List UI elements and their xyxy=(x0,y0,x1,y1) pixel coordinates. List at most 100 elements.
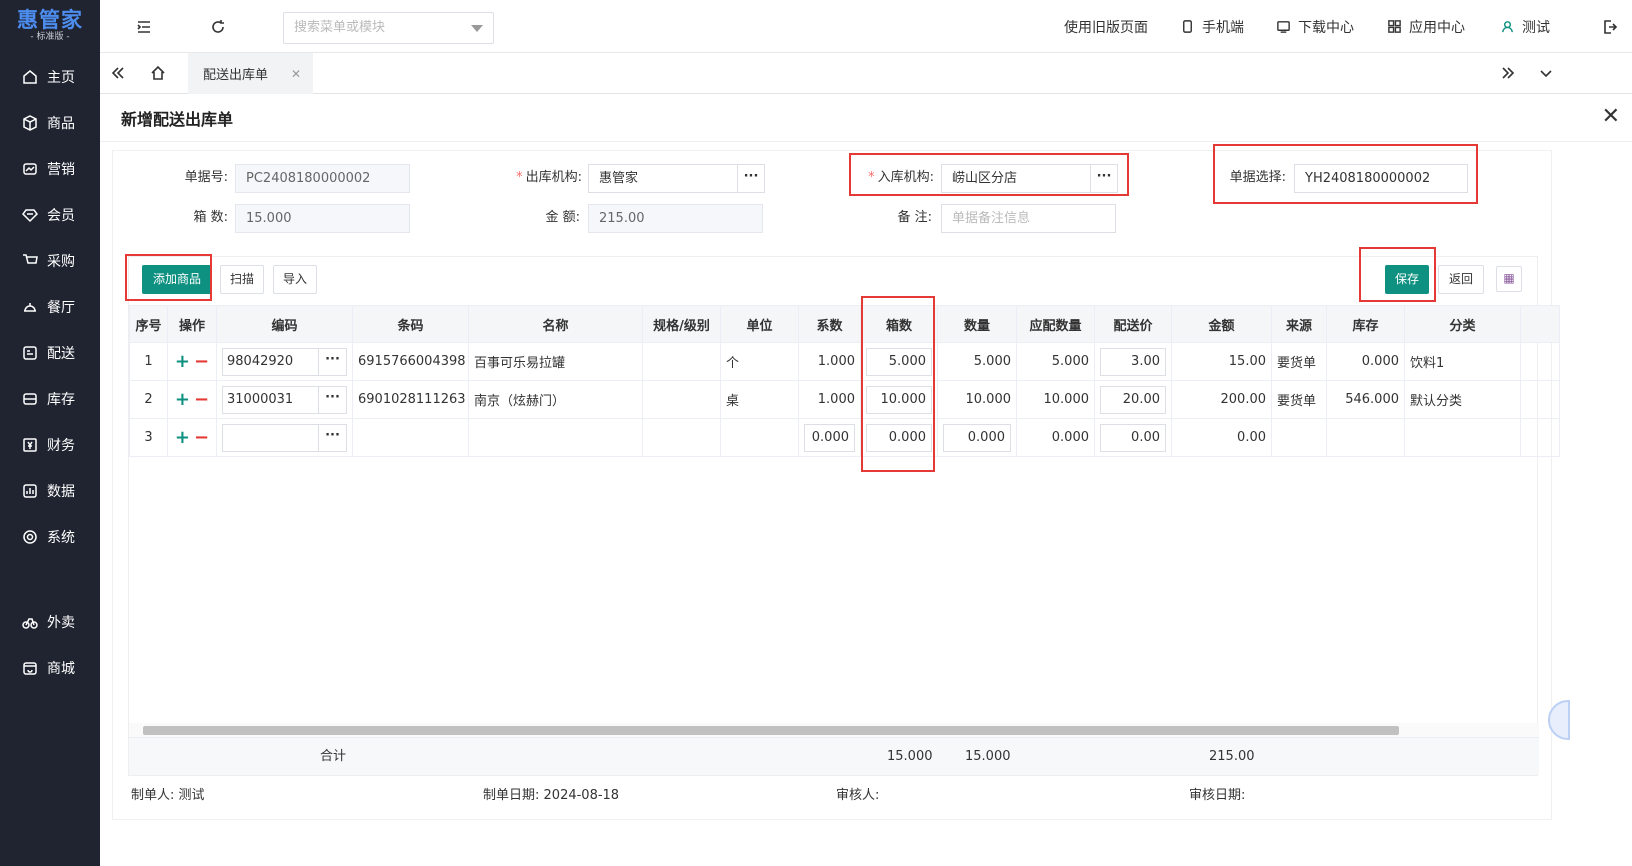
tabs-scroll-left-icon[interactable] xyxy=(108,63,128,83)
boxes-total-field: 15.000 xyxy=(235,204,410,233)
out-org-picker-button[interactable]: ··· xyxy=(737,164,765,193)
user-menu[interactable]: 测试 xyxy=(1500,0,1550,53)
back-button[interactable]: 返回 xyxy=(1438,265,1484,294)
totals-label: 合计 xyxy=(320,749,347,764)
price-input[interactable]: 3.00 xyxy=(1100,347,1166,376)
download-label: 下载中心 xyxy=(1298,19,1354,36)
sidebar-item-delivery[interactable]: 配送 xyxy=(0,333,100,373)
qty-input[interactable]: 0.000 xyxy=(943,423,1011,452)
code-picker-button[interactable]: ··· xyxy=(318,424,346,451)
column-settings-icon[interactable]: ▦ xyxy=(1496,266,1522,292)
sidebar-item-label: 采购 xyxy=(47,254,75,270)
code-input[interactable]: ··· xyxy=(222,423,347,452)
mobile-link[interactable]: 手机端 xyxy=(1180,0,1244,53)
data-icon xyxy=(22,483,38,499)
qty-cell: 0.000 xyxy=(937,418,1017,457)
table-row: 2 + − 31000031 ··· 6901028111263 南京（炫赫门） 桌… xyxy=(129,380,1560,419)
refresh-icon[interactable] xyxy=(208,17,228,37)
col-header: 名称 xyxy=(468,305,643,343)
row-no: 3 xyxy=(129,418,168,457)
code-cell: ··· xyxy=(216,418,353,457)
tabs-scroll-right-icon[interactable] xyxy=(1498,63,1518,83)
out-org-field[interactable]: 惠管家 xyxy=(588,164,738,193)
remark-input[interactable]: 单据备注信息 xyxy=(941,204,1116,233)
price-input[interactable]: 20.00 xyxy=(1100,385,1166,414)
home-icon xyxy=(22,69,38,85)
code-input[interactable]: 31000031 ··· xyxy=(222,385,347,414)
add-row-icon[interactable]: + xyxy=(175,351,190,372)
remove-row-icon[interactable]: − xyxy=(194,427,209,448)
sidebar-item-marketing[interactable]: 营销 xyxy=(0,149,100,189)
user-icon xyxy=(1502,21,1513,33)
sidebar-item-home[interactable]: 主页 xyxy=(0,57,100,97)
code-picker-button[interactable]: ··· xyxy=(318,386,346,413)
apps-label: 应用中心 xyxy=(1409,19,1465,36)
category-cell xyxy=(1404,418,1521,457)
sidebar-item-finance[interactable]: 财务 xyxy=(0,425,100,465)
sidebar-item-label: 主页 xyxy=(47,70,75,86)
import-button[interactable]: 导入 xyxy=(273,265,317,294)
need-qty-cell: 0.000 xyxy=(1016,418,1095,457)
tab-delivery-outbound[interactable]: 配送出库单 ✕ xyxy=(188,53,313,94)
code-value xyxy=(223,425,318,451)
settings-icon xyxy=(22,529,38,545)
out-org-label: * 出库机构: xyxy=(516,170,582,185)
menu-search-select[interactable]: 搜索菜单或模块 xyxy=(283,12,494,44)
maker-value: 测试 xyxy=(178,788,205,803)
price-input[interactable]: 0.00 xyxy=(1100,423,1166,452)
download-center-link[interactable]: 下载中心 xyxy=(1276,0,1354,53)
sidebar-item-system[interactable]: 系统 xyxy=(0,517,100,557)
add-row-icon[interactable]: + xyxy=(175,427,190,448)
col-header: 编码 xyxy=(216,305,353,343)
close-tab-icon[interactable]: ✕ xyxy=(291,67,301,81)
price-cell: 3.00 xyxy=(1094,342,1172,381)
horizontal-scrollbar[interactable] xyxy=(129,723,1539,737)
maker-label: 制单人: xyxy=(131,788,175,803)
sidebar-item-member[interactable]: 会员 xyxy=(0,195,100,235)
add-row-icon[interactable]: + xyxy=(175,389,190,410)
app-center-link[interactable]: 应用中心 xyxy=(1387,0,1465,53)
row-no: 1 xyxy=(129,342,168,381)
sidebar-item-restaurant[interactable]: 餐厅 xyxy=(0,287,100,327)
row-actions: + − xyxy=(167,418,217,457)
table-row: 1 + − 98042920 ··· 6915766004398 百事可乐易拉罐 个… xyxy=(129,342,1560,381)
old-version-label: 使用旧版页面 xyxy=(1064,19,1148,36)
scrollbar-thumb[interactable] xyxy=(143,726,1399,735)
qty-cell: 5.000 xyxy=(937,342,1017,381)
scan-button[interactable]: 扫描 xyxy=(220,265,264,294)
highlight-add-goods xyxy=(125,254,212,301)
home-tab-icon[interactable] xyxy=(148,63,168,83)
sidebar-item-label: 餐厅 xyxy=(47,300,75,316)
make-date-value: 2024-08-18 xyxy=(543,788,620,803)
diamond-icon xyxy=(22,207,38,223)
tabs-dropdown-icon[interactable] xyxy=(1536,63,1556,83)
code-value: 31000031 xyxy=(227,391,294,407)
totals-boxes: 15.000 xyxy=(887,749,933,764)
logo-brand: 惠管家 xyxy=(17,8,83,32)
old-version-link[interactable]: 使用旧版页面 xyxy=(1064,0,1148,53)
remove-row-icon[interactable]: − xyxy=(194,389,209,410)
maker-info: 制单人: 测试 xyxy=(131,782,205,810)
close-icon[interactable]: ✕ xyxy=(1602,104,1620,129)
topbar: 搜索菜单或模块 使用旧版页面 手机端 下载中心 应用中心 测试 xyxy=(100,0,1632,53)
amount-cell: 200.00 xyxy=(1171,380,1272,419)
sidebar-item-takeout[interactable]: 外卖 xyxy=(0,602,100,642)
code-input[interactable]: 98042920 ··· xyxy=(222,347,347,376)
download-icon xyxy=(1277,21,1290,33)
sidebar-item-purchase[interactable]: 采购 xyxy=(0,241,100,281)
remove-row-icon[interactable]: − xyxy=(194,351,209,372)
sidebar-item-goods[interactable]: 商品 xyxy=(0,103,100,143)
menu-collapse-icon[interactable] xyxy=(134,17,154,37)
code-picker-button[interactable]: ··· xyxy=(318,348,346,375)
logo: 惠管家 - 标准版 - xyxy=(0,0,100,52)
extra-cell xyxy=(1520,418,1560,457)
sidebar-item-mall[interactable]: 商城 xyxy=(0,648,100,688)
sidebar-item-data[interactable]: 数据 xyxy=(0,471,100,511)
chevron-down-icon xyxy=(471,25,483,32)
page-title: 新增配送出库单 xyxy=(121,109,234,129)
logout-icon[interactable] xyxy=(1600,17,1620,37)
sidebar-item-inventory[interactable]: 库存 xyxy=(0,379,100,419)
factor-input[interactable]: 0.000 xyxy=(804,423,855,452)
name-cell xyxy=(468,418,643,457)
tab-label: 配送出库单 xyxy=(203,68,269,83)
